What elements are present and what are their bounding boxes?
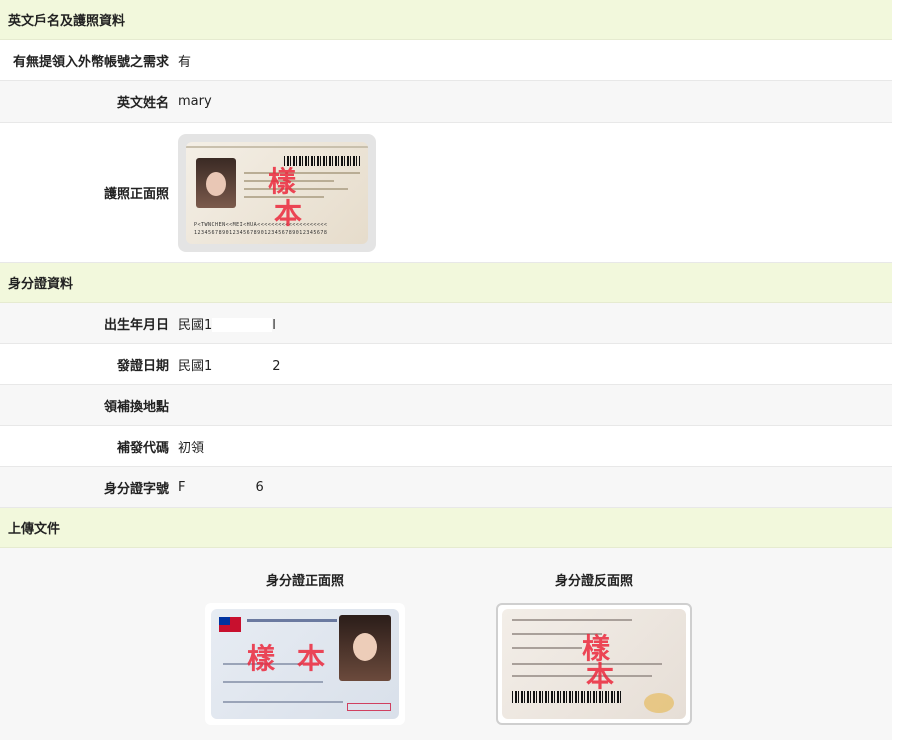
english-name-value: mary (178, 94, 212, 109)
section-header-passport: 英文戶名及護照資料 (0, 0, 892, 40)
sample-watermark: 樣 (268, 164, 297, 198)
row-fx-need: 有無提領入外幣帳號之需求 有 (0, 40, 892, 81)
passport-photo-thumbnail[interactable]: P<TWNCHEN<<MEI<HUA<<<<<<<<<<<<<<<<<<<< 1… (178, 133, 376, 252)
id-back-thumbnail[interactable]: 樣 本 (496, 603, 692, 725)
fx-need-value: 有 (178, 54, 192, 70)
issue-date-label: 發證日期 (116, 358, 169, 374)
id-back-title: 身分證反面照 (554, 574, 633, 589)
sample-watermark: 本 (586, 660, 615, 693)
reissue-code-value: 初領 (178, 440, 205, 456)
row-reissue-code: 補發代碼 初領 (0, 426, 892, 467)
customer-data-page: 英文戶名及護照資料 有無提領入外幣帳號之需求 有 英文姓名 mary 護照正面照 (0, 0, 892, 741)
row-issue-place: 領補換地點 (0, 385, 892, 426)
upload-documents-area: 身分證正面照 樣 本 身分證反面照 樣 本 (0, 548, 892, 740)
sample-watermark: 本 (297, 642, 326, 675)
sample-watermark: 本 (274, 196, 303, 230)
id-number-value: F6 (178, 479, 264, 495)
id-front-image: 樣 本 (211, 609, 399, 719)
id-back-column: 身分證反面照 樣 本 (496, 548, 692, 725)
passport-photo-label: 護照正面照 (103, 187, 169, 202)
issue-date-value: 民國1 2 (178, 358, 281, 374)
row-english-name: 英文姓名 mary (0, 81, 892, 123)
issue-place-label: 領補換地點 (103, 399, 169, 415)
id-back-image: 樣 本 (502, 609, 686, 719)
row-issue-date: 發證日期 民國1 2 (0, 344, 892, 385)
english-name-label: 英文姓名 (116, 96, 169, 111)
birth-date-label: 出生年月日 (103, 317, 169, 333)
sample-watermark: 樣 (247, 642, 276, 675)
section-header-idcard: 身分證資料 (0, 263, 892, 303)
section-header-upload: 上傳文件 (0, 508, 892, 548)
reissue-code-label: 補發代碼 (116, 440, 169, 456)
passport-portrait (196, 157, 236, 208)
id-front-column: 身分證正面照 樣 本 (205, 548, 405, 725)
id-front-title: 身分證正面照 (265, 574, 344, 589)
sample-watermark: 樣 (582, 632, 611, 665)
passport-image: P<TWNCHEN<<MEI<HUA<<<<<<<<<<<<<<<<<<<< 1… (186, 141, 368, 244)
id-front-portrait (339, 615, 391, 681)
id-number-label: 身分證字號 (103, 481, 169, 497)
row-id-number: 身分證字號 F6 (0, 467, 892, 508)
id-front-thumbnail[interactable]: 樣 本 (205, 603, 405, 725)
fx-need-label: 有無提領入外幣帳號之需求 (12, 54, 169, 70)
row-passport-photo: 護照正面照 P<TWNCHEN<<MEI<HUA<<<<<<<<<<<<<<<<… (0, 123, 892, 263)
birth-date-value: 民國1 l (178, 317, 276, 333)
row-birth-date: 出生年月日 民國1 l (0, 303, 892, 344)
